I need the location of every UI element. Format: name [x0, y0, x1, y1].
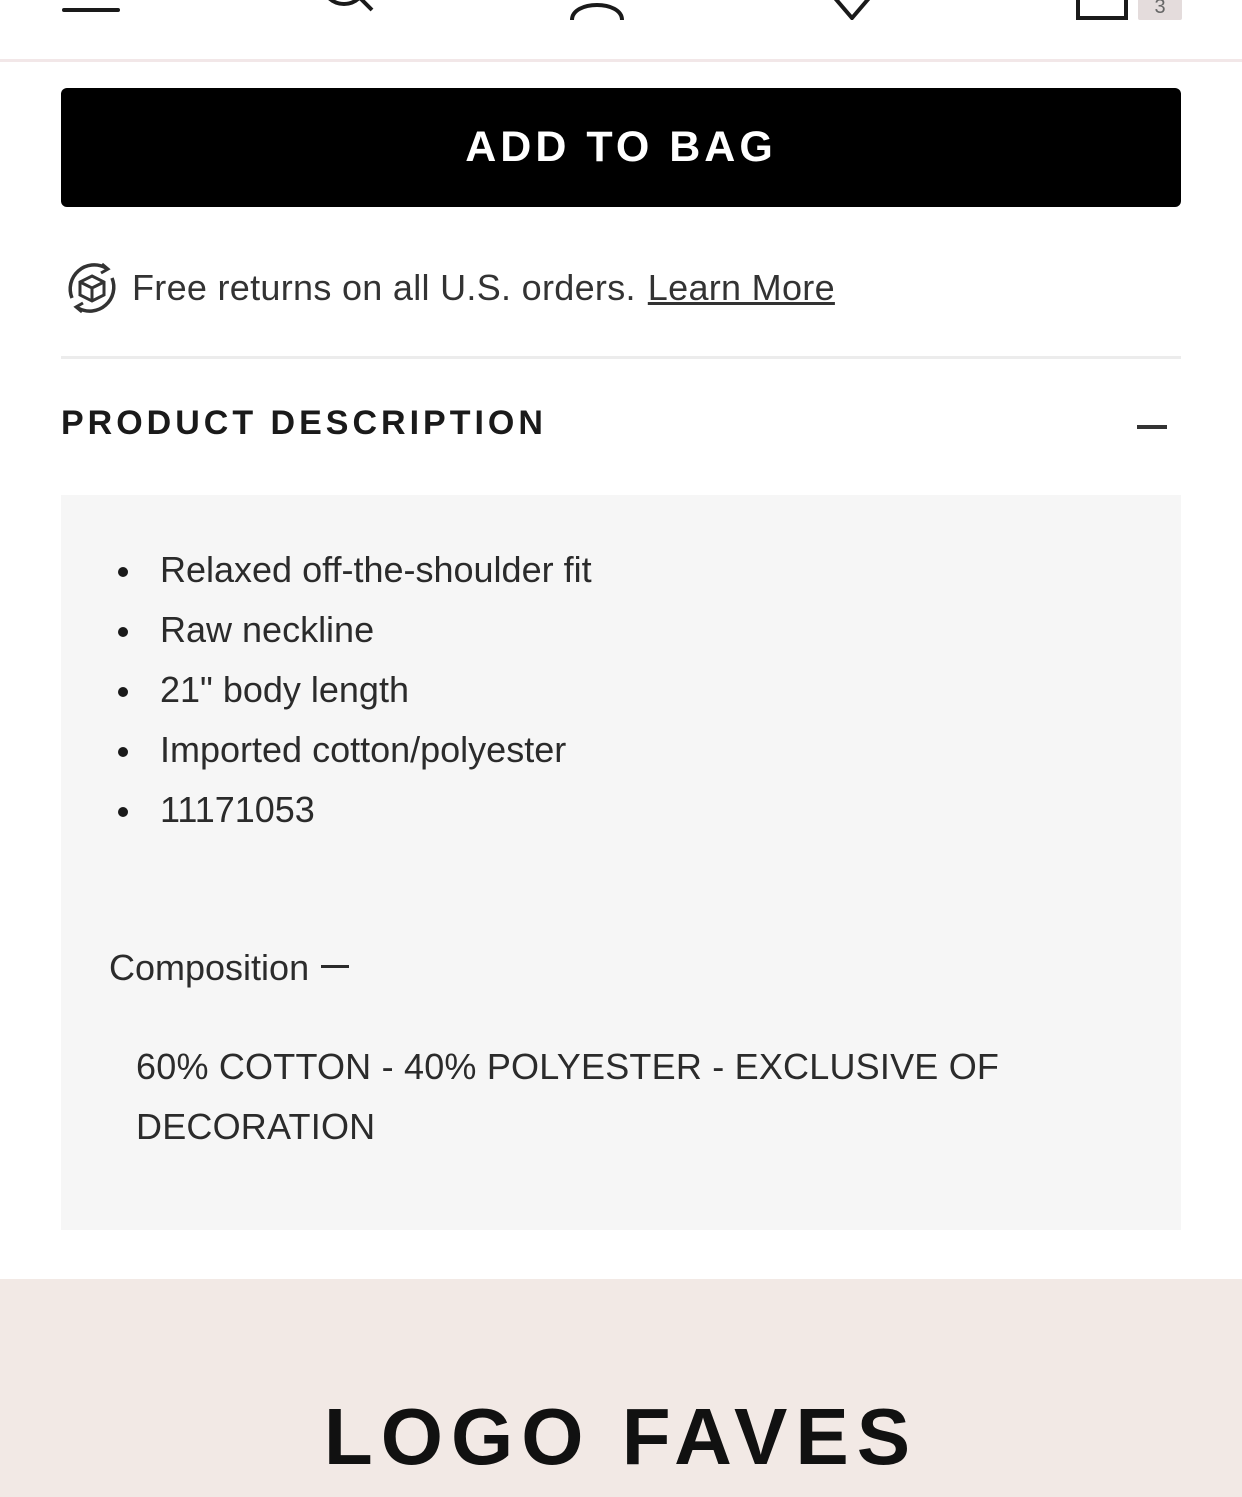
description-item: Relaxed off-the-shoulder fit [116, 540, 592, 600]
composition-text: 60% COTTON - 40% POLYESTER - EXCLUSIVE O… [136, 1046, 1000, 1147]
description-item: 11171053 [116, 780, 592, 840]
collapse-minus-icon[interactable] [1137, 425, 1167, 429]
product-page: 3 ADD TO BAG Free returns on all U.S. or… [0, 0, 1242, 1497]
learn-more-link[interactable]: Learn More [648, 267, 835, 309]
wishlist-icon[interactable] [824, 0, 880, 20]
product-description-panel: Relaxed off-the-shoulder fit Raw necklin… [61, 495, 1181, 1230]
add-to-bag-button[interactable]: ADD TO BAG [61, 88, 1181, 207]
logo-faves-section: LOGO FAVES [0, 1279, 1242, 1497]
returns-text: Free returns on all U.S. orders. [132, 267, 636, 308]
top-nav-bar: 3 [0, 0, 1242, 62]
bag-icon[interactable] [1072, 0, 1132, 20]
free-returns-notice: Free returns on all U.S. orders. Learn M… [62, 256, 1182, 320]
description-item: 21" body length [116, 660, 592, 720]
composition-toggle[interactable]: Composition [109, 947, 350, 989]
search-icon[interactable] [316, 0, 376, 22]
composition-label: Composition [109, 947, 310, 988]
bag-count-badge: 3 [1138, 0, 1182, 20]
returns-box-icon [68, 262, 116, 314]
description-bullets: Relaxed off-the-shoulder fit Raw necklin… [116, 540, 592, 840]
section-divider [61, 356, 1181, 359]
logo-faves-title: LOGO FAVES [323, 1392, 919, 1481]
description-item: Raw neckline [116, 600, 592, 660]
product-description-heading[interactable]: PRODUCT DESCRIPTION [61, 404, 547, 443]
menu-icon[interactable] [62, 0, 120, 14]
composition-minus-icon [321, 964, 350, 968]
account-icon[interactable] [566, 0, 628, 22]
description-item: Imported cotton/polyester [116, 720, 592, 780]
